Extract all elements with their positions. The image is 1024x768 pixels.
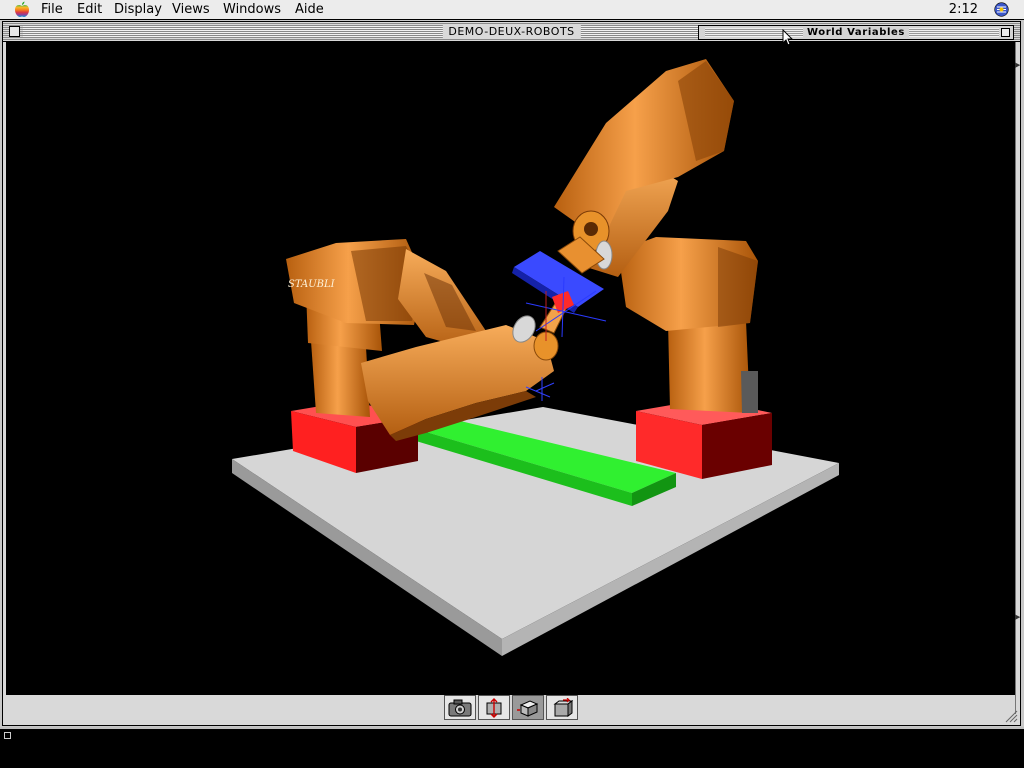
camera-icon xyxy=(448,699,472,716)
application-menu-icon[interactable] xyxy=(994,2,1009,17)
3d-viewport[interactable]: STAUBLI xyxy=(6,41,1015,695)
scroll-up-arrow[interactable]: ▶ xyxy=(1015,60,1020,70)
close-box[interactable] xyxy=(9,26,20,37)
world-variables-palette[interactable]: World Variables xyxy=(698,25,1014,40)
menu-aide[interactable]: Aide xyxy=(295,0,324,19)
rotate-tool-button[interactable] xyxy=(546,695,578,720)
move-tool-icon xyxy=(486,697,502,718)
rotate-tool-icon xyxy=(553,697,573,717)
right-robot xyxy=(554,59,758,413)
robot-scene: STAUBLI xyxy=(232,59,839,656)
mouse-pointer-icon xyxy=(782,29,794,46)
menu-bar: File Edit Display Views Windows Aide 2:1… xyxy=(0,0,1024,20)
scroll-down-arrow[interactable]: ▶ xyxy=(1015,612,1020,622)
apple-menu-icon[interactable] xyxy=(13,1,31,18)
vertical-scrollbar[interactable]: ▶ ▶ xyxy=(1015,42,1020,714)
window-title: DEMO-DEUX-ROBOTS xyxy=(442,24,581,39)
palette-collapse-box[interactable] xyxy=(1001,28,1010,37)
view-toolbar xyxy=(444,695,578,721)
resize-grip-icon[interactable] xyxy=(1004,709,1018,723)
menu-edit[interactable]: Edit xyxy=(77,0,102,19)
menu-display[interactable]: Display xyxy=(114,0,162,19)
snapshot-button[interactable] xyxy=(444,695,476,720)
palette-title: World Variables xyxy=(803,26,909,39)
cube-view-icon xyxy=(517,699,539,717)
menubar-clock[interactable]: 2:12 xyxy=(949,0,978,19)
robot-brand-label: STAUBLI xyxy=(288,279,336,290)
move-tool-button[interactable] xyxy=(478,695,510,720)
console-window[interactable] xyxy=(0,727,1024,768)
console-close-box[interactable] xyxy=(4,732,11,739)
menu-file[interactable]: File xyxy=(41,0,63,19)
cube-view-button[interactable] xyxy=(512,695,544,720)
menu-views[interactable]: Views xyxy=(172,0,210,19)
menu-windows[interactable]: Windows xyxy=(223,0,281,19)
